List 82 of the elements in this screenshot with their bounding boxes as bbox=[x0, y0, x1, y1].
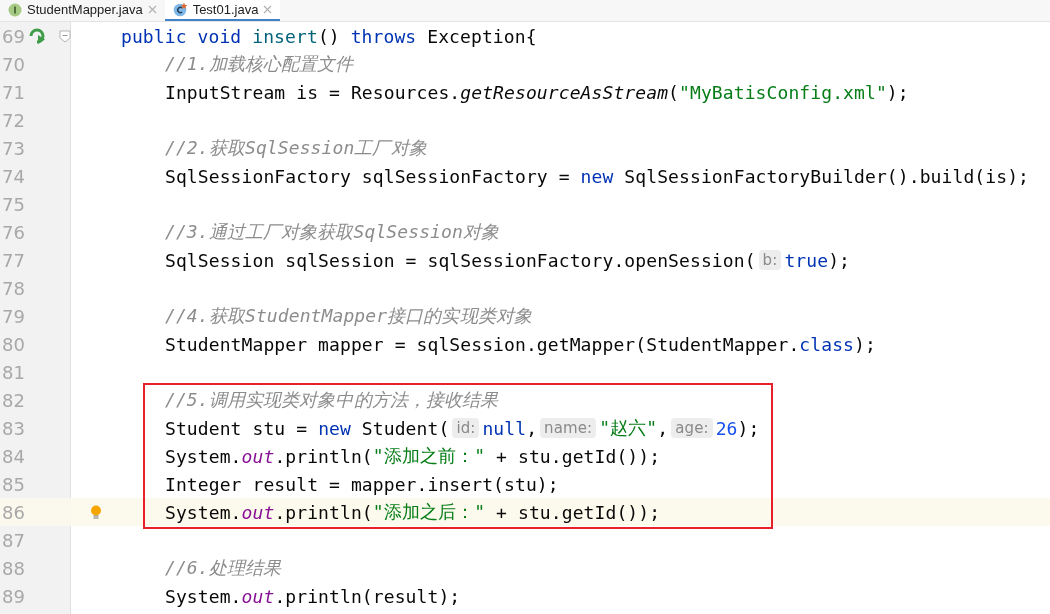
line-number: 84 bbox=[1, 445, 26, 467]
run-icon[interactable] bbox=[29, 28, 47, 44]
code-comment: //3.通过工厂对象获取SqlSession对象 bbox=[165, 220, 500, 244]
parameter-hint: id: bbox=[452, 418, 480, 438]
field-name: out bbox=[241, 585, 275, 607]
editor-tab[interactable]: StudentMapper.java bbox=[0, 0, 165, 21]
line-number: 79 bbox=[1, 305, 26, 327]
code-text: () bbox=[317, 25, 341, 47]
code-text: + stu.getId()); bbox=[495, 501, 661, 523]
line-number: 72 bbox=[1, 109, 26, 131]
string-literal: "添加之后：" bbox=[372, 500, 486, 524]
code-text: .println(result); bbox=[274, 585, 461, 607]
string-literal: "赵六" bbox=[599, 416, 658, 440]
line-number: 76 bbox=[1, 221, 26, 243]
method-name: insert bbox=[252, 25, 318, 47]
code-text: ( bbox=[668, 81, 680, 103]
keyword: true bbox=[784, 249, 829, 271]
code-text: Exception{ bbox=[426, 25, 537, 47]
interface-icon bbox=[8, 2, 22, 17]
code-text: SqlSession sqlSession = sqlSessionFactory.openSession( bbox=[165, 249, 756, 271]
code-text: .println( bbox=[274, 445, 373, 467]
keyword: null bbox=[482, 417, 527, 439]
lightbulb-icon[interactable] bbox=[90, 504, 102, 520]
code-text: SqlSessionFactory sqlSessionFactory = bbox=[165, 165, 571, 187]
code-text: System. bbox=[165, 445, 242, 467]
line-number: 82 bbox=[1, 389, 26, 411]
line-number: 70 bbox=[1, 53, 26, 75]
code-comment: //2.获取SqlSession工厂对象 bbox=[165, 136, 427, 160]
close-icon[interactable] bbox=[263, 5, 273, 14]
parameter-hint: age: bbox=[671, 418, 713, 438]
code-text: Student( bbox=[360, 417, 450, 439]
code-text: + stu.getId()); bbox=[495, 445, 661, 467]
line-number: 83 bbox=[1, 417, 26, 439]
code-text: ); bbox=[854, 333, 876, 355]
close-icon[interactable] bbox=[147, 5, 157, 14]
line-number: 85 bbox=[1, 473, 26, 495]
code-text: , bbox=[526, 417, 538, 439]
code-text: Student stu = bbox=[165, 417, 309, 439]
code-comment: //6.处理结果 bbox=[165, 556, 282, 580]
line-number: 78 bbox=[1, 277, 26, 299]
code-text: .println( bbox=[274, 501, 373, 523]
field-name: out bbox=[241, 445, 275, 467]
number-literal: 26 bbox=[715, 417, 738, 439]
line-number: 75 bbox=[1, 193, 26, 215]
code-text: SqlSessionFactoryBuilder().build(is); bbox=[623, 165, 1030, 187]
method-name: getResourceAsStream bbox=[460, 81, 669, 103]
fold-icon[interactable] bbox=[59, 29, 71, 43]
line-number: 69 bbox=[1, 25, 26, 47]
line-number: 73 bbox=[1, 137, 26, 159]
code-text: ); bbox=[828, 249, 850, 271]
keyword: public void bbox=[121, 25, 243, 47]
code-text: , bbox=[657, 417, 669, 439]
code-text: StudentMapper mapper = sqlSession.getMapper(StudentMapper. bbox=[165, 333, 800, 355]
parameter-hint: b: bbox=[758, 250, 782, 270]
line-number: 88 bbox=[1, 557, 26, 579]
keyword: new bbox=[318, 417, 351, 439]
line-number: 86 bbox=[1, 501, 26, 523]
line-number: 77 bbox=[1, 249, 26, 271]
line-number: 89 bbox=[1, 585, 26, 607]
field-name: out bbox=[241, 501, 275, 523]
line-number: 80 bbox=[1, 333, 26, 355]
line-number: 71 bbox=[1, 81, 26, 103]
class-icon bbox=[172, 2, 188, 17]
code-text: InputStream is = Resources. bbox=[165, 81, 461, 103]
code-text: Integer result = mapper.insert(stu); bbox=[165, 473, 559, 495]
code-comment: //5.调用实现类对象中的方法，接收结果 bbox=[165, 388, 499, 412]
keyword: new bbox=[580, 165, 614, 187]
parameter-hint: name: bbox=[540, 418, 597, 438]
keyword: class bbox=[799, 333, 855, 355]
code-comment: //4.获取StudentMapper接口的实现类对象 bbox=[165, 304, 532, 328]
keyword: throws bbox=[350, 25, 417, 47]
code-text: ); bbox=[737, 417, 760, 439]
editor-tab[interactable]: Test01.java bbox=[164, 0, 281, 21]
line-number: 81 bbox=[1, 361, 26, 383]
code-text: System. bbox=[165, 585, 242, 607]
line-number: 87 bbox=[1, 529, 26, 551]
string-literal: "添加之前：" bbox=[372, 444, 486, 468]
code-text: ); bbox=[886, 81, 909, 103]
line-number: 74 bbox=[1, 165, 26, 187]
code-comment: //1.加载核心配置文件 bbox=[165, 52, 354, 76]
code-text: System. bbox=[165, 501, 242, 523]
string-literal: "MyBatisConfig.xml" bbox=[679, 81, 887, 103]
